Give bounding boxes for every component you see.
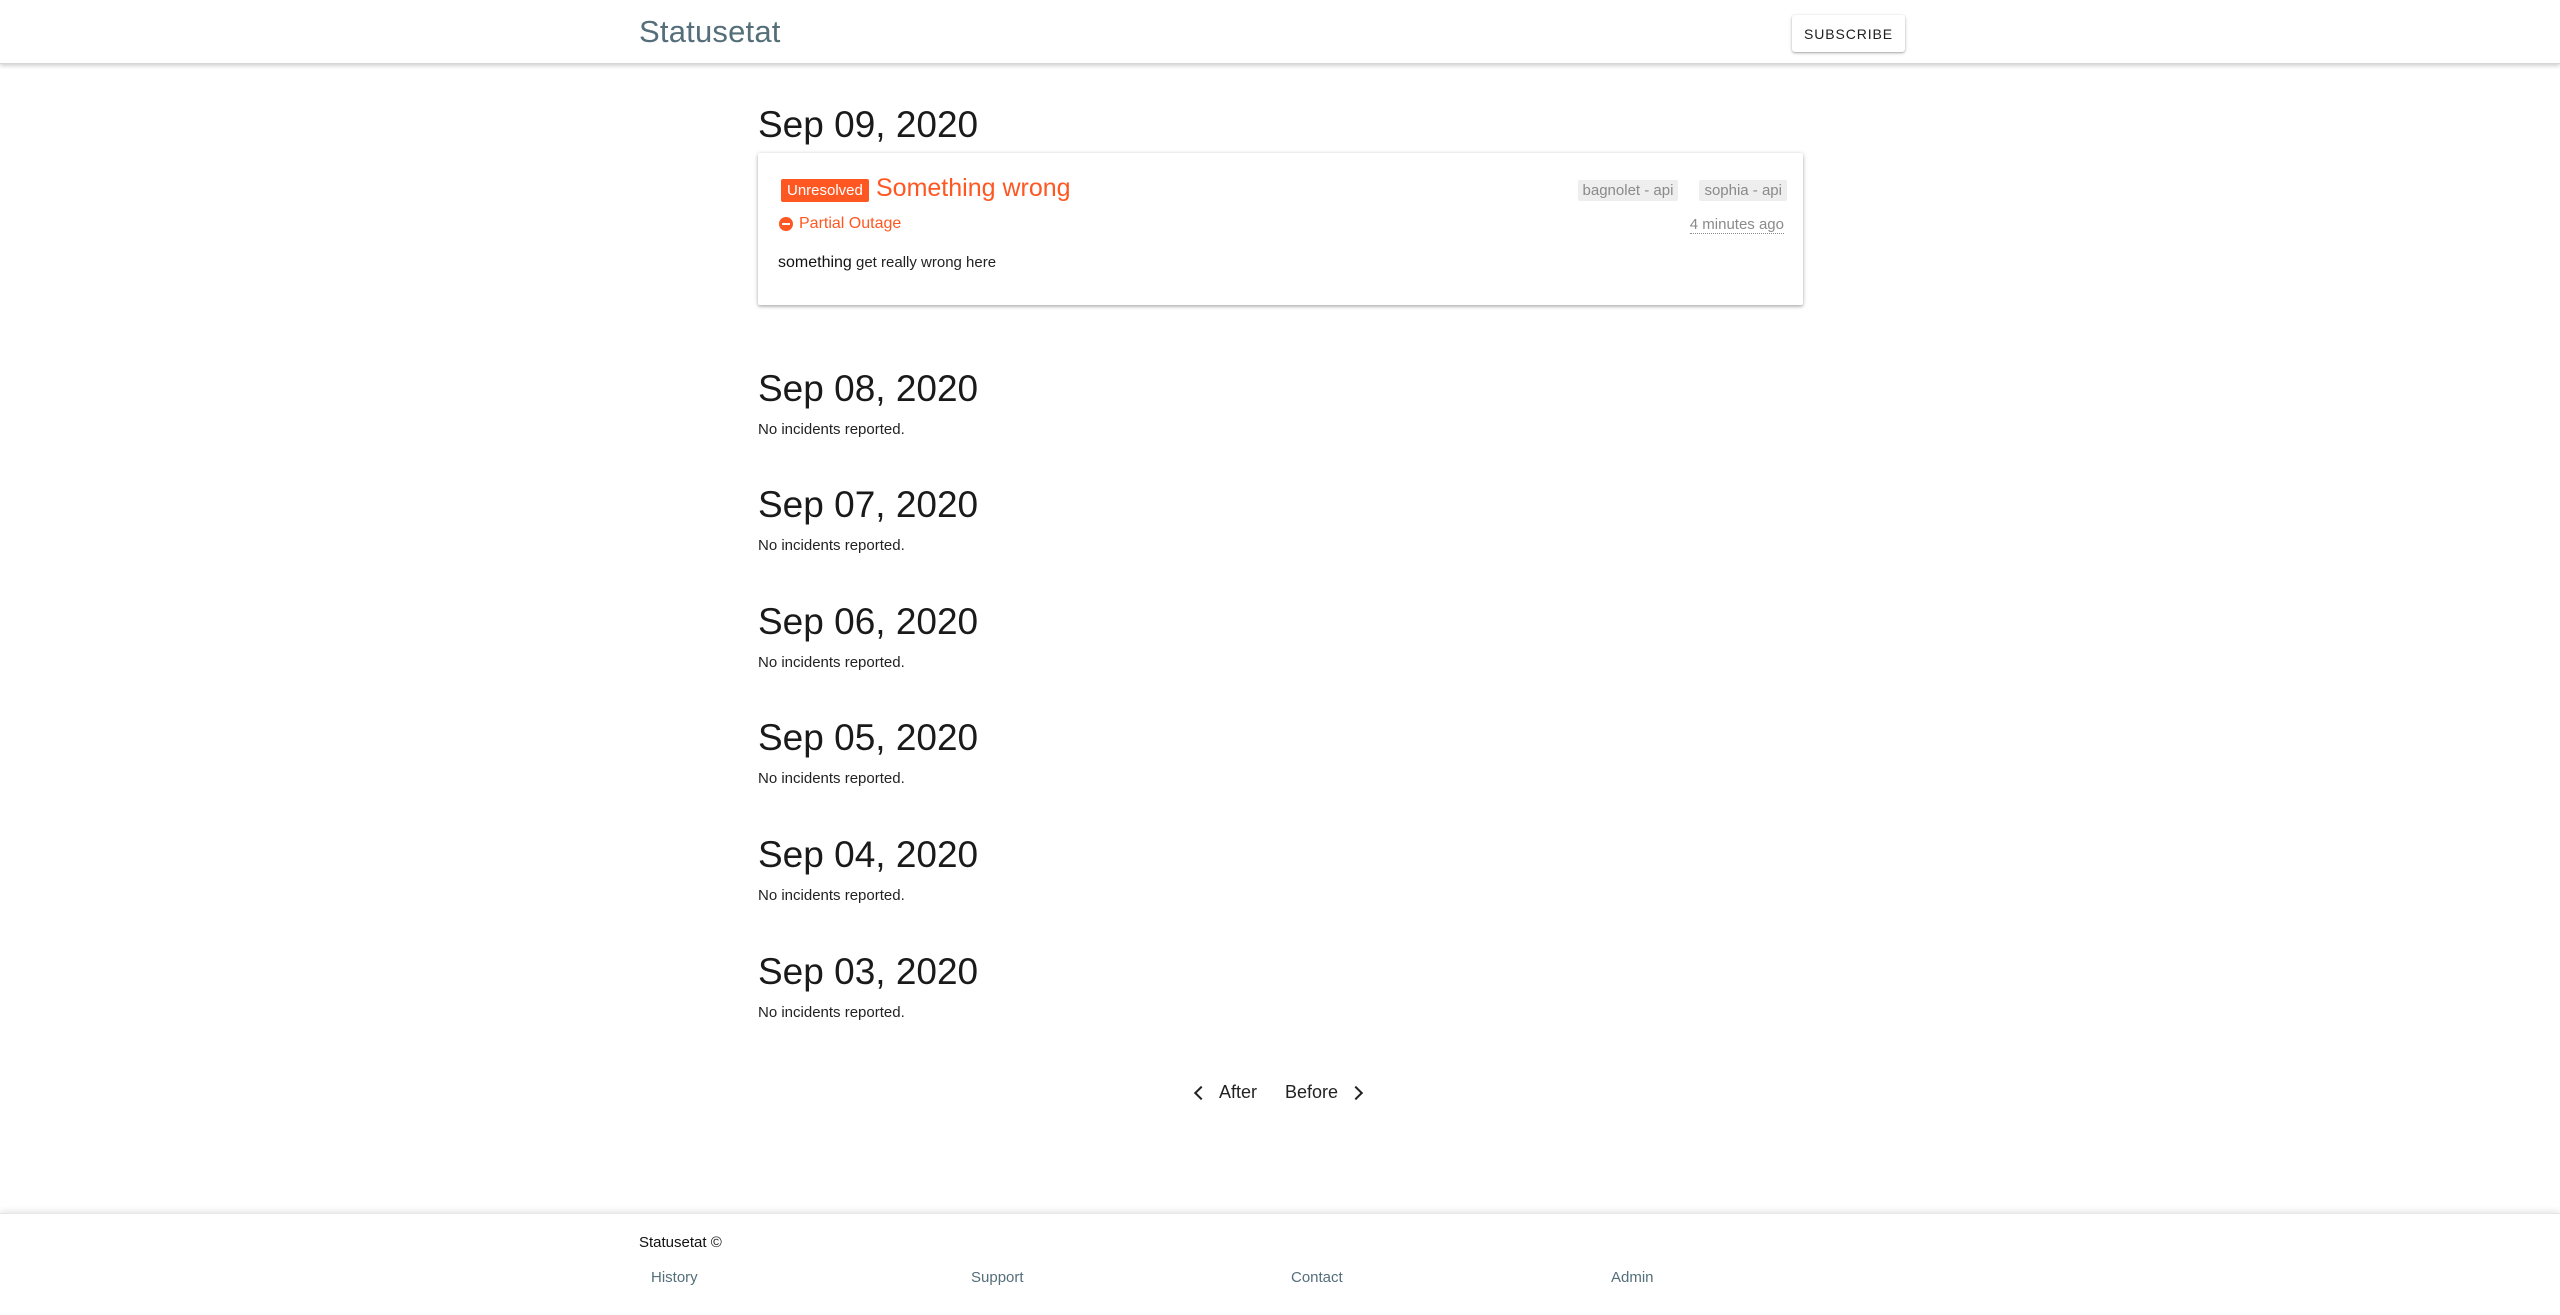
incident-status-label: Partial Outage: [799, 215, 902, 232]
component-tag: sophia - api: [1699, 180, 1787, 201]
no-incidents-message: No incidents reported.: [758, 537, 905, 554]
day-section: Sep 06, 2020 No incidents reported.: [758, 603, 978, 671]
footer-link-contact[interactable]: Contact: [1291, 1269, 1343, 1286]
chevron-left-icon: [1193, 1085, 1209, 1100]
before-link[interactable]: Before: [1285, 1082, 1364, 1103]
pagination: After Before: [1193, 1082, 1364, 1103]
footer-link-admin[interactable]: Admin: [1611, 1269, 1654, 1286]
day-date: Sep 09, 2020: [758, 104, 979, 145]
no-incidents-message: No incidents reported.: [758, 421, 905, 438]
day-date: Sep 03, 2020: [758, 951, 979, 992]
incident-description: something get really wrong here: [778, 254, 996, 272]
incident-title[interactable]: Something wrong: [876, 174, 1071, 203]
footer-link-support[interactable]: Support: [971, 1269, 1024, 1286]
no-incidents-message: No incidents reported.: [758, 654, 905, 671]
day-section: Sep 09, 2020: [758, 106, 978, 143]
after-label: After: [1219, 1082, 1258, 1102]
no-incidents-message: No incidents reported.: [758, 1004, 905, 1021]
after-link[interactable]: After: [1193, 1082, 1257, 1103]
day-section: Sep 03, 2020 No incidents reported.: [758, 953, 978, 1021]
incident-status: Partial Outage: [779, 215, 901, 233]
component-tag: bagnolet - api: [1577, 180, 1679, 201]
footer: Statusetat © History Support Contact Adm…: [0, 1213, 2560, 1315]
before-label: Before: [1285, 1082, 1339, 1102]
footer-copyright: Statusetat ©: [639, 1234, 722, 1251]
component-tags: bagnolet - api sophia - api: [1577, 180, 1787, 201]
chevron-right-icon: [1348, 1085, 1364, 1100]
unresolved-badge: Unresolved: [781, 179, 869, 202]
day-section: Sep 07, 2020 No incidents reported.: [758, 486, 978, 554]
no-incidents-message: No incidents reported.: [758, 887, 905, 904]
no-incidents-message: No incidents reported.: [758, 770, 905, 787]
day-date: Sep 07, 2020: [758, 484, 979, 525]
day-date: Sep 08, 2020: [758, 368, 979, 409]
incident-description-text: get really wrong here: [851, 254, 997, 271]
day-date: Sep 05, 2020: [758, 717, 979, 758]
incident-card[interactable]: Unresolved Something wrong Partial Outag…: [758, 153, 1803, 305]
incident-description-strong: something: [778, 254, 852, 271]
brand-title[interactable]: Statusetat: [639, 14, 781, 50]
footer-link-history[interactable]: History: [651, 1269, 698, 1286]
day-section: Sep 08, 2020 No incidents reported.: [758, 370, 978, 438]
incident-time-ago: 4 minutes ago: [1689, 216, 1784, 234]
day-date: Sep 04, 2020: [758, 834, 979, 875]
partial-outage-icon: [779, 217, 793, 231]
day-section: Sep 05, 2020 No incidents reported.: [758, 719, 978, 787]
day-section: Sep 04, 2020 No incidents reported.: [758, 836, 978, 904]
day-date: Sep 06, 2020: [758, 601, 979, 642]
top-app-bar: Statusetat SUBSCRIBE: [0, 0, 2560, 64]
subscribe-button[interactable]: SUBSCRIBE: [1792, 15, 1905, 52]
